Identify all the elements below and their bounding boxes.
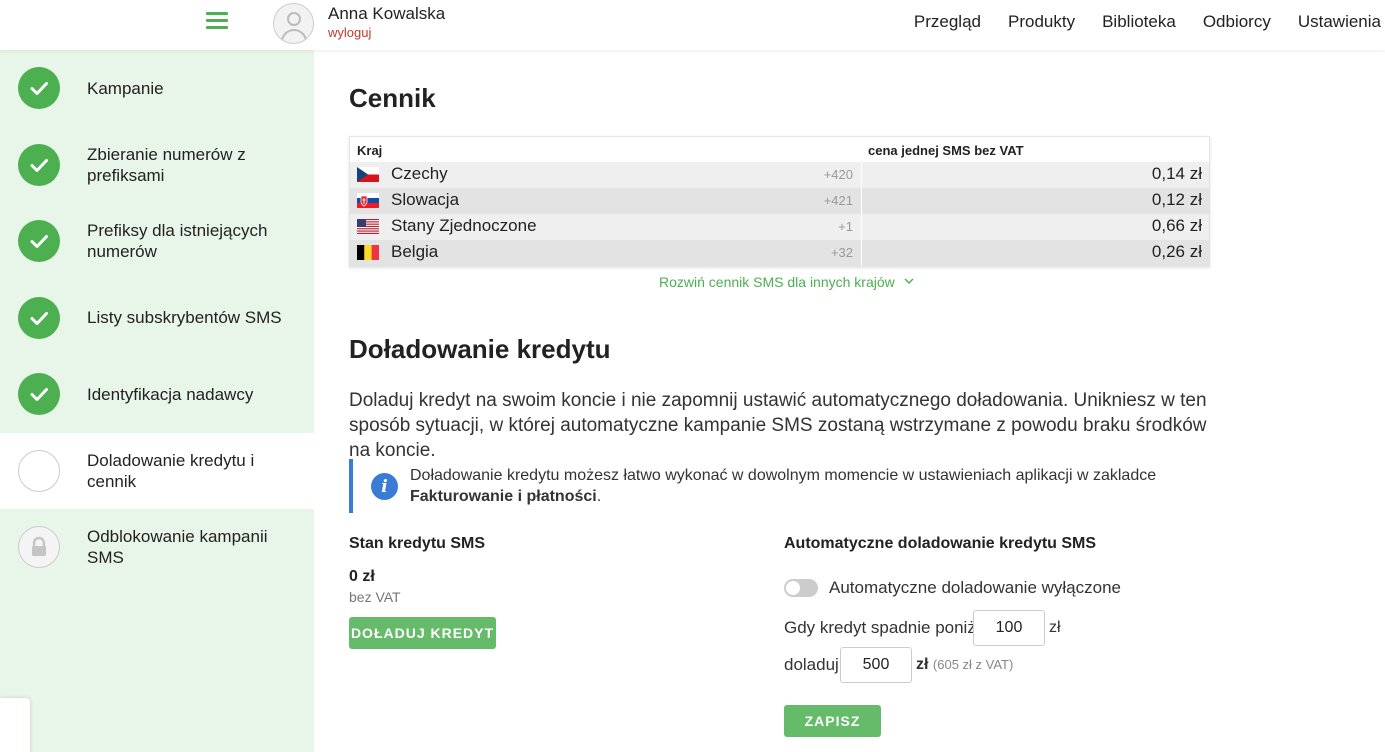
- threshold-unit: zł: [1049, 619, 1061, 636]
- table-row: Czechy +420 0,14 zł: [350, 162, 1209, 188]
- column-header-country: Kraj: [357, 143, 383, 158]
- sidebar-step-label: Kampanie: [87, 78, 164, 98]
- country-prefix: +32: [830, 245, 853, 260]
- column-divider: [861, 188, 862, 214]
- nav-products[interactable]: Produkty: [1008, 12, 1075, 32]
- topup-amount-unit-row: zł (605 zł z VAT): [916, 656, 1013, 674]
- column-divider: [861, 162, 862, 188]
- topup-button[interactable]: DOŁADUJ KREDYT: [349, 617, 496, 649]
- sidebar: Kampanie Zbieranie numerów z prefiksami …: [0, 50, 314, 752]
- table-row: Stany Zjednoczone +1 0,66 zł: [350, 214, 1209, 240]
- sidebar-step-sender-id[interactable]: Identyfikacja nadawcy: [0, 356, 314, 433]
- sidebar-step-prefixes[interactable]: Prefiksy dla istniejących numerów: [0, 203, 314, 280]
- country-prefix: +421: [823, 193, 853, 208]
- sidebar-step-label: Identyfikacja nadawcy: [87, 384, 254, 404]
- billing-link: Fakturowanie i płatności: [410, 488, 597, 505]
- topup-amount-input[interactable]: [840, 647, 912, 683]
- sidebar-step-unlock-campaigns[interactable]: Odblokowanie kampanii SMS: [0, 509, 314, 586]
- auto-topup-title: Automatyczne doladowanie kredytu SMS: [784, 535, 1097, 552]
- check-icon: [18, 67, 60, 110]
- table-row: Slowacja +421 0,12 zł: [350, 188, 1209, 214]
- info-box: i Doładowanie kredytu możesz łatwo wykon…: [349, 459, 1209, 513]
- sidebar-step-label: Doladowanie kredytu i cennik: [87, 450, 255, 491]
- topup-amount-unit: zł: [916, 656, 929, 673]
- nav-settings[interactable]: Ustawienia: [1298, 12, 1381, 32]
- country-prefix: +420: [823, 167, 853, 182]
- check-icon: [18, 220, 60, 263]
- sidebar-step-subscriber-lists[interactable]: Listy subskrybentów SMS: [0, 280, 314, 357]
- info-text: Doładowanie kredytu możesz łatwo wykonać…: [410, 465, 1199, 507]
- sidebar-step-campaigns[interactable]: Kampanie: [0, 50, 314, 127]
- table-row: Belgia +32 0,26 zł: [350, 240, 1209, 266]
- sidebar-step-label: Odblokowanie kampanii SMS: [87, 527, 268, 568]
- expand-pricing-link[interactable]: Rozwiń cennik SMS dla innych krajów: [659, 274, 915, 290]
- auto-topup-toggle[interactable]: [784, 579, 818, 597]
- nav-recipients[interactable]: Odbiorcy: [1203, 12, 1271, 32]
- threshold-input[interactable]: [973, 610, 1045, 646]
- be-flag-icon: [357, 245, 379, 260]
- user-name: Anna Kowalska: [328, 4, 446, 23]
- expand-pricing-label: Rozwiń cennik SMS dla innych krajów: [659, 274, 895, 290]
- column-header-price: cena jednej SMS bez VAT: [868, 143, 1024, 158]
- toggle-knob: [786, 581, 800, 595]
- info-punctuation: .: [596, 488, 602, 505]
- country-name: Slowacja: [391, 190, 460, 209]
- chat-widget-tab[interactable]: [0, 698, 30, 752]
- country-name: Czechy: [391, 164, 448, 183]
- country-name: Stany Zjednoczone: [391, 216, 537, 235]
- sms-price: 0,14 zł: [1151, 164, 1202, 183]
- sidebar-step-collecting-numbers[interactable]: Zbieranie numerów z prefiksami: [0, 127, 314, 204]
- credit-balance-title: Stan kredytu SMS: [349, 535, 486, 552]
- column-divider: [861, 240, 862, 266]
- check-icon: [18, 143, 60, 186]
- column-divider: [861, 214, 862, 240]
- topup-amount-vat-note: (605 zł z VAT): [932, 657, 1014, 672]
- avatar[interactable]: [273, 3, 314, 44]
- credit-balance-amount: 0 zł: [349, 568, 375, 585]
- menu-icon[interactable]: [206, 12, 228, 34]
- credit-balance-vat: bez VAT: [349, 589, 401, 605]
- country-prefix: +1: [838, 219, 853, 234]
- sk-flag-icon: [357, 193, 379, 208]
- lock-icon: [18, 526, 60, 569]
- table-header: Kraj cena jednej SMS bez VAT: [350, 137, 1209, 162]
- cz-flag-icon: [357, 167, 379, 182]
- topup-amount-label: doladuj: [784, 655, 839, 674]
- logout-link[interactable]: wyloguj: [328, 25, 371, 40]
- auto-topup-toggle-label: Automatyczne doladowanie wyłączone: [829, 578, 1122, 597]
- sidebar-step-label: Zbieranie numerów z prefiksami: [87, 144, 246, 185]
- topup-description: Doladuj kredyt na swoim koncie i nie zap…: [349, 390, 1207, 461]
- empty-circle-icon: [18, 449, 60, 492]
- sidebar-step-label: Listy subskrybentów SMS: [87, 308, 282, 328]
- chevron-down-icon: [899, 274, 915, 290]
- top-nav: Przegląd Produkty Biblioteka Odbiorcy Us…: [914, 12, 1381, 32]
- sms-price: 0,66 zł: [1151, 216, 1202, 235]
- top-bar: Anna Kowalska wyloguj Przegląd Produkty …: [0, 0, 1385, 50]
- country-name: Belgia: [391, 242, 439, 261]
- sidebar-step-topup-pricing[interactable]: Doladowanie kredytu i cennik: [0, 432, 314, 509]
- check-icon: [18, 373, 60, 416]
- sms-price: 0,12 zł: [1151, 190, 1202, 209]
- threshold-label: Gdy kredyt spadnie poniżej: [784, 618, 990, 637]
- us-flag-icon: [357, 219, 379, 234]
- save-button[interactable]: ZAPISZ: [784, 705, 881, 737]
- pricing-table: Kraj cena jednej SMS bez VAT Czechy +420…: [349, 136, 1210, 267]
- nav-library[interactable]: Biblioteka: [1102, 12, 1176, 32]
- info-icon: i: [371, 473, 398, 500]
- nav-overview[interactable]: Przegląd: [914, 12, 981, 32]
- pricing-title: Cennik: [349, 83, 436, 113]
- sms-price: 0,26 zł: [1151, 242, 1202, 261]
- sidebar-step-label: Prefiksy dla istniejących numerów: [87, 221, 268, 262]
- check-icon: [18, 296, 60, 339]
- info-message: Doładowanie kredytu możesz łatwo wykonać…: [410, 467, 1157, 484]
- topup-title: Doładowanie kredytu: [349, 334, 611, 364]
